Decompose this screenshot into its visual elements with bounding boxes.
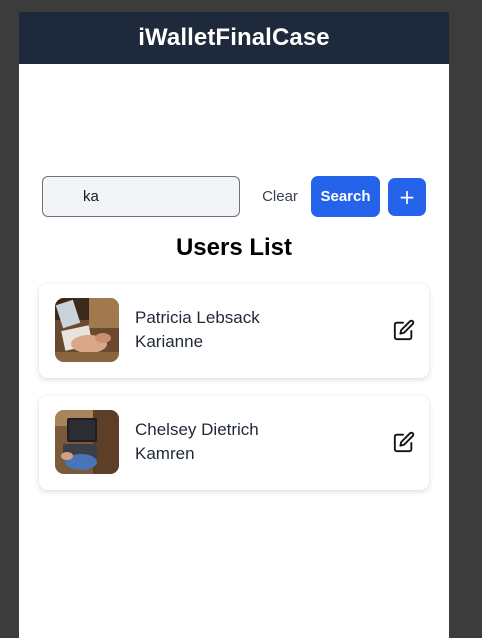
edit-icon	[393, 431, 415, 453]
app-window: iWalletFinalCase Clear Search + Users Li…	[19, 12, 449, 638]
avatar	[55, 410, 119, 474]
edit-user-button[interactable]	[393, 319, 415, 341]
avatar-photo	[55, 298, 119, 362]
user-username: Karianne	[135, 332, 204, 351]
add-user-button[interactable]: +	[388, 177, 426, 216]
avatar-photo	[55, 410, 119, 474]
edit-icon	[393, 319, 415, 341]
app-title: iWalletFinalCase	[138, 24, 330, 51]
user-name: Patricia Lebsack	[135, 308, 260, 327]
user-name: Chelsey Dietrich	[135, 420, 259, 439]
user-info: Patricia Lebsack Karianne	[135, 306, 260, 354]
edit-user-button[interactable]	[393, 431, 415, 453]
search-bar: Clear Search +	[42, 176, 426, 217]
search-button[interactable]: Search	[311, 176, 380, 217]
clear-button[interactable]: Clear	[250, 176, 310, 217]
avatar	[55, 298, 119, 362]
user-card: Chelsey Dietrich Kamren	[39, 396, 429, 490]
app-header: iWalletFinalCase	[19, 12, 449, 64]
plus-icon: +	[398, 184, 416, 209]
user-card: Patricia Lebsack Karianne	[39, 284, 429, 378]
search-input[interactable]	[42, 176, 240, 217]
user-info: Chelsey Dietrich Kamren	[135, 418, 259, 466]
page-title: Users List	[175, 234, 293, 261]
user-username: Kamren	[135, 444, 195, 463]
